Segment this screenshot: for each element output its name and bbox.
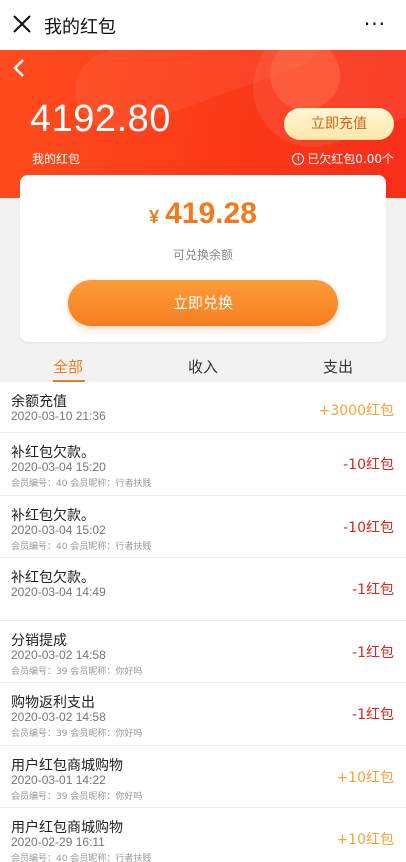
transaction-name: 用户红包商城购物 xyxy=(11,820,123,836)
list-item[interactable]: 补红包欠款。 2020-03-04 14:49 -1红包 xyxy=(0,558,406,621)
tab-all[interactable]: 全部 xyxy=(53,356,83,377)
transaction-name: 用户红包商城购物 xyxy=(11,757,123,774)
transaction-time: 2020-03-10 21:36 xyxy=(11,409,106,423)
transaction-meta: 会员编号：40 会员昵称：行者扶贱 xyxy=(11,541,152,552)
back-icon[interactable] xyxy=(10,56,28,80)
transaction-meta: 会员编号：40 会员昵称：行者扶贱 xyxy=(11,854,152,862)
transaction-value: +3000红包 xyxy=(318,403,394,419)
transaction-name: 补红包欠款。 xyxy=(11,507,95,524)
close-icon[interactable] xyxy=(11,13,33,35)
list-item[interactable]: 购物返利支出 2020-03-02 14:58 会员编号：39 会员昵称：你好吗… xyxy=(0,683,406,746)
transaction-meta: 会员编号：40 会员昵称：行者扶贱 xyxy=(11,479,152,489)
currency-symbol: ¥ xyxy=(149,207,160,227)
tab-income[interactable]: 收入 xyxy=(188,356,218,377)
list-item[interactable]: 补红包欠款。 2020-03-04 15:20 会员编号：40 会员昵称：行者扶… xyxy=(0,433,406,496)
balance-label: 我的红包 xyxy=(32,152,81,166)
transaction-time: 2020-03-02 14:58 xyxy=(11,647,106,662)
filter-tabs: 全部 收入 支出 xyxy=(0,352,406,382)
exchangeable-amount: ¥419.28 xyxy=(20,197,386,231)
more-icon[interactable]: ··· xyxy=(364,12,386,36)
transaction-value: -1红包 xyxy=(352,582,394,598)
debt-text: 已欠红包0.00个 xyxy=(307,152,394,166)
transaction-meta: 会员编号：39 会员昵称：你好吗 xyxy=(11,729,143,739)
recharge-button[interactable]: 立即充值 xyxy=(284,108,394,140)
transaction-name: 余额充值 xyxy=(11,394,67,410)
transaction-time: 2020-03-04 15:20 xyxy=(11,460,106,474)
transaction-value: -10红包 xyxy=(343,519,394,536)
list-item[interactable]: 余额充值 2020-03-10 21:36 +3000红包 xyxy=(0,382,406,433)
transaction-time: 2020-03-02 14:58 xyxy=(11,710,106,724)
balance-amount: 4192.80 xyxy=(30,98,171,140)
transaction-name: 分销提成 xyxy=(11,632,67,649)
list-item[interactable]: 用户红包商城购物 2020-02-29 16:11 会员编号：40 会员昵称：行… xyxy=(0,808,406,862)
transaction-name: 补红包欠款。 xyxy=(11,445,95,461)
transaction-meta: 会员编号：39 会员昵称：你好吗 xyxy=(11,666,143,677)
transaction-time: 2020-03-04 14:49 xyxy=(11,585,106,599)
list-item[interactable]: 分销提成 2020-03-02 14:58 会员编号：39 会员昵称：你好吗 -… xyxy=(0,620,406,683)
info-icon: i xyxy=(292,152,305,165)
transaction-value: -1红包 xyxy=(352,707,394,723)
transaction-value: +10红包 xyxy=(336,769,394,786)
list-item[interactable]: 补红包欠款。 2020-03-04 15:02 会员编号：40 会员昵称：行者扶… xyxy=(0,495,406,558)
transaction-time: 2020-03-04 15:02 xyxy=(11,522,106,537)
tab-expense[interactable]: 支出 xyxy=(323,356,353,377)
page-title: 我的红包 xyxy=(44,17,116,38)
amount-value: 419.28 xyxy=(165,197,257,230)
top-bar: 我的红包 ··· xyxy=(0,0,406,50)
transaction-time: 2020-02-29 16:11 xyxy=(11,835,105,849)
transaction-value: -1红包 xyxy=(352,644,394,661)
transaction-name: 补红包欠款。 xyxy=(11,570,95,586)
list-item[interactable]: 用户红包商城购物 2020-03-01 14:22 会员编号：39 会员昵称：你… xyxy=(0,745,406,808)
transaction-name: 购物返利支出 xyxy=(11,695,95,711)
transaction-list: 余额充值 2020-03-10 21:36 +3000红包 补红包欠款。 202… xyxy=(0,382,406,862)
transaction-value: +10红包 xyxy=(336,832,394,848)
exchange-button[interactable]: 立即兑换 xyxy=(68,280,338,326)
exchange-card: ¥419.28 可兑换余额 立即兑换 xyxy=(20,175,386,342)
transaction-time: 2020-03-01 14:22 xyxy=(11,772,106,787)
transaction-value: -10红包 xyxy=(343,457,394,473)
debt-info: i 已欠红包0.00个 xyxy=(292,150,394,167)
amount-label: 可兑换余额 xyxy=(172,248,233,262)
transaction-meta: 会员编号：39 会员昵称：你好吗 xyxy=(11,791,143,802)
